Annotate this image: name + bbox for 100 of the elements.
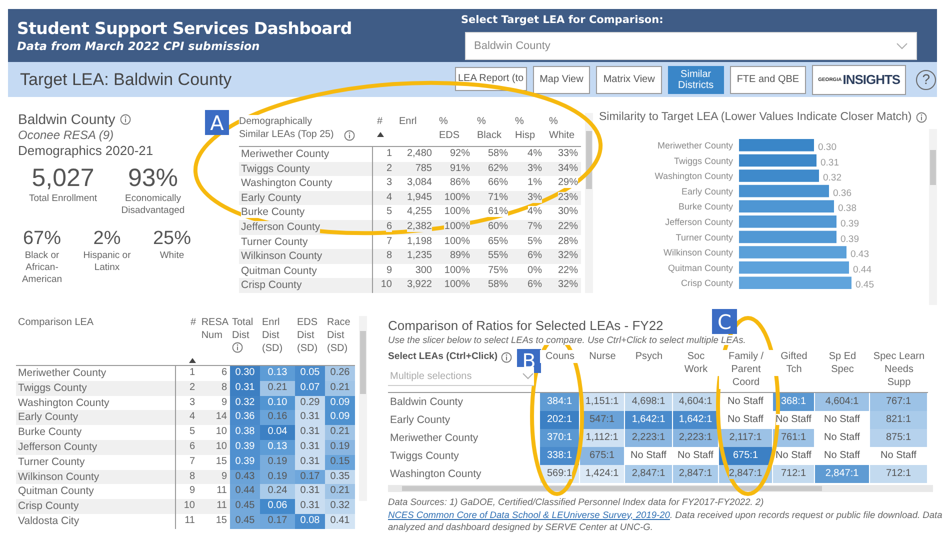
column-header: Race Dist (SD)	[327, 316, 350, 355]
view-button[interactable]: Map View	[532, 66, 590, 94]
heat-cell: 0.21	[325, 484, 355, 500]
scrollbar[interactable]	[929, 129, 937, 305]
stat-value: 2%	[93, 228, 121, 248]
axis-label: Washington County	[654, 171, 733, 182]
slicer-label: Select LEAs (Ctrl+Click)	[388, 351, 498, 364]
heat-cell: 4,604:1	[815, 393, 870, 411]
data-label: 0.32	[823, 172, 842, 184]
table-cell: 58%	[473, 278, 511, 293]
help-button[interactable]: ?	[916, 70, 936, 90]
view-button[interactable]: Similar Districts	[668, 66, 724, 94]
heat-cell: 0.08	[295, 514, 325, 529]
table-cell: Early County	[16, 410, 176, 426]
table-cell: 10	[198, 440, 230, 455]
heat-cell: 1,424:1	[580, 465, 625, 483]
scrollbar[interactable]	[388, 485, 933, 492]
info-icon	[232, 342, 243, 353]
heat-cell: 338:1	[540, 447, 580, 465]
heat-cell: 0.09	[325, 396, 355, 410]
table-cell: 91%	[435, 162, 473, 176]
heat-cell: 1,642:1	[625, 411, 673, 429]
target-lea-dropdown[interactable]: Baldwin County	[465, 32, 917, 60]
stat-label: Black or African-American	[20, 250, 64, 286]
data-label: 0.36	[833, 188, 852, 199]
heat-cell: 0.31	[295, 484, 325, 500]
table-cell: 100%	[435, 278, 473, 293]
heat-cell: 0.31	[295, 410, 325, 426]
column-header: Enrl Dist (SD)	[262, 316, 283, 355]
chart-title: Similarity to Target LEA (Lower Values Indicate Closer Match)	[599, 111, 912, 123]
axis-label: Turner County	[676, 232, 733, 242]
dashboard-subtitle: Data from March 2022 CPI submission	[17, 40, 261, 53]
heat-cell: 2,117:1	[719, 429, 773, 447]
dashboard-title: Student Support Services Dashboard	[17, 19, 353, 38]
heat-cell: 821:1	[870, 411, 928, 429]
info-icon	[120, 114, 132, 124]
table-cell: 3%	[511, 162, 545, 176]
heat-cell: 0.13	[260, 440, 295, 455]
column-header: Family / Parent Coord	[719, 350, 773, 389]
table-cell: 11	[198, 499, 230, 514]
view-button[interactable]: FTE and QBE	[730, 66, 806, 94]
table-cell: Burke County	[16, 425, 176, 440]
heat-cell: 2,223:1	[625, 429, 673, 447]
heat-cell: 0.45	[230, 514, 260, 529]
axis-label: Meriwether County	[657, 140, 733, 150]
heat-cell: 0.04	[260, 425, 295, 440]
heat-cell: 0.21	[325, 425, 355, 440]
heat-cell: 0.35	[325, 470, 355, 484]
table-cell: Turner County	[16, 454, 176, 470]
callout-badge: C	[712, 309, 737, 334]
heat-cell: 0.13	[260, 366, 295, 381]
table-cell: 22%	[545, 264, 581, 278]
table-cell: Twiggs County	[16, 380, 176, 396]
table-cell: 3	[176, 396, 198, 410]
heat-cell: 0.45	[230, 499, 260, 514]
heat-cell: 2,223:1	[673, 429, 719, 447]
heat-cell: 0.19	[325, 440, 355, 455]
table-cell: 6	[176, 440, 198, 455]
scrollbar[interactable]	[359, 316, 367, 501]
heat-cell: 761:1	[773, 429, 815, 447]
table-cell: Crisp County	[239, 278, 373, 293]
table-cell: 10	[373, 278, 395, 293]
table-cell: 8	[176, 470, 198, 484]
column-header: Couns	[540, 350, 580, 363]
stat-label: White	[158, 250, 186, 262]
heat-cell: 0.43	[230, 470, 260, 484]
heat-cell: 0.21	[325, 380, 355, 396]
table-cell: 785	[395, 162, 435, 176]
axis-label: Early County	[681, 186, 733, 196]
table-cell: 75%	[473, 264, 511, 278]
heat-cell: 675:1	[580, 447, 625, 465]
table-cell: 22%	[545, 220, 581, 235]
table-cell: 1,235	[395, 249, 435, 264]
column-header: Total Dist	[232, 316, 254, 342]
heat-cell: 0.15	[325, 454, 355, 470]
stat-value: 67%	[22, 228, 62, 248]
table-cell: Wilkinson County	[16, 470, 176, 484]
table-cell: 6%	[511, 249, 545, 264]
heat-cell: 0.05	[295, 366, 325, 381]
table-cell: Quitman County	[16, 484, 176, 500]
scrollbar[interactable]	[585, 113, 593, 293]
table-cell: 7%	[511, 220, 545, 235]
heat-cell: 0.31	[295, 440, 325, 455]
data-label: 0.39	[840, 234, 859, 245]
column-header: Comparison LEA	[18, 316, 95, 329]
table-cell: 32%	[545, 249, 581, 264]
column-header: % Hisp	[515, 115, 536, 142]
table-cell: 1,945	[395, 190, 435, 206]
source-link[interactable]: NCES Common Core of Data School & LE	[388, 510, 564, 520]
view-button[interactable]: Matrix View	[596, 66, 662, 94]
table-cell: Washington County	[16, 396, 176, 410]
data-label: 0.43	[850, 249, 869, 260]
source-link[interactable]: Universe Survey, 2019-20	[563, 510, 670, 520]
heat-cell: 384:1	[540, 393, 580, 411]
table-cell: 55%	[473, 249, 511, 264]
heat-cell: 1,642:1	[673, 411, 719, 429]
heat-cell: 0.36	[230, 410, 260, 426]
table-cell: 9	[198, 396, 230, 410]
data-label: 0.31	[820, 157, 839, 168]
heat-cell: 202:1	[540, 411, 580, 429]
